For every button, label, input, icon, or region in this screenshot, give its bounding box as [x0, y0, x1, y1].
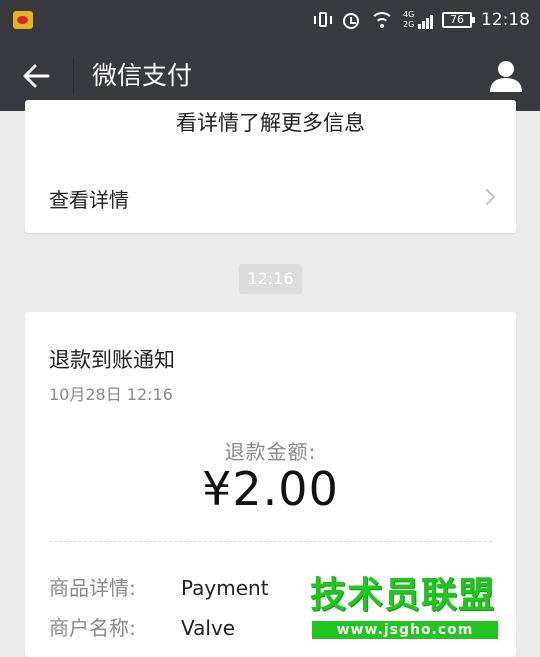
- info-row-merchant: 商户名称: Valve: [49, 612, 235, 641]
- weibo-icon: [13, 11, 33, 29]
- wifi-icon: [370, 10, 394, 30]
- status-icons: 4G 2G 76 12:18: [314, 0, 530, 40]
- signal-icon: 4G 2G: [403, 10, 433, 30]
- battery-icon: 76: [442, 12, 475, 28]
- battery-level: 76: [450, 13, 464, 26]
- refund-amount-label: 退款金额:: [224, 440, 317, 464]
- product-value: Payment: [181, 576, 269, 600]
- network-2g-label: 2G: [403, 20, 415, 29]
- view-details-link[interactable]: 查看详情: [25, 166, 516, 233]
- refund-amount-value: ¥2.00: [202, 462, 339, 516]
- dashed-divider: [49, 541, 492, 542]
- previous-message-text: 看详情了解更多信息: [176, 111, 365, 135]
- chevron-right-icon: [478, 188, 496, 206]
- merchant-label: 商户名称:: [49, 616, 136, 640]
- status-bar: 4G 2G 76 12:18: [0, 0, 540, 40]
- person-icon: [490, 61, 522, 92]
- product-label: 商品详情:: [49, 576, 136, 600]
- watermark-logo: 技术员联盟: [310, 575, 496, 616]
- network-4g-label: 4G: [403, 10, 415, 19]
- notice-title: 退款到账通知: [49, 348, 175, 372]
- alarm-icon: [341, 10, 361, 30]
- watermark: 技术员联盟 www.jsgho.com: [310, 575, 498, 641]
- watermark-url: www.jsgho.com: [312, 621, 498, 639]
- info-row-product: 商品详情: Payment: [49, 572, 269, 601]
- vibrate-icon: [314, 10, 332, 30]
- view-details-label: 查看详情: [49, 188, 129, 212]
- back-button[interactable]: [18, 58, 54, 94]
- message-time: 12:16: [239, 264, 302, 294]
- nav-divider: [73, 58, 74, 94]
- merchant-value: Valve: [181, 616, 236, 640]
- profile-button[interactable]: [486, 56, 526, 96]
- notice-date: 10月28日 12:16: [49, 385, 173, 404]
- previous-message-card: 看详情了解更多信息 查看详情: [25, 100, 516, 233]
- arrow-left-icon: [23, 64, 50, 88]
- page-title: 微信支付: [92, 61, 193, 90]
- status-time: 12:18: [481, 10, 530, 30]
